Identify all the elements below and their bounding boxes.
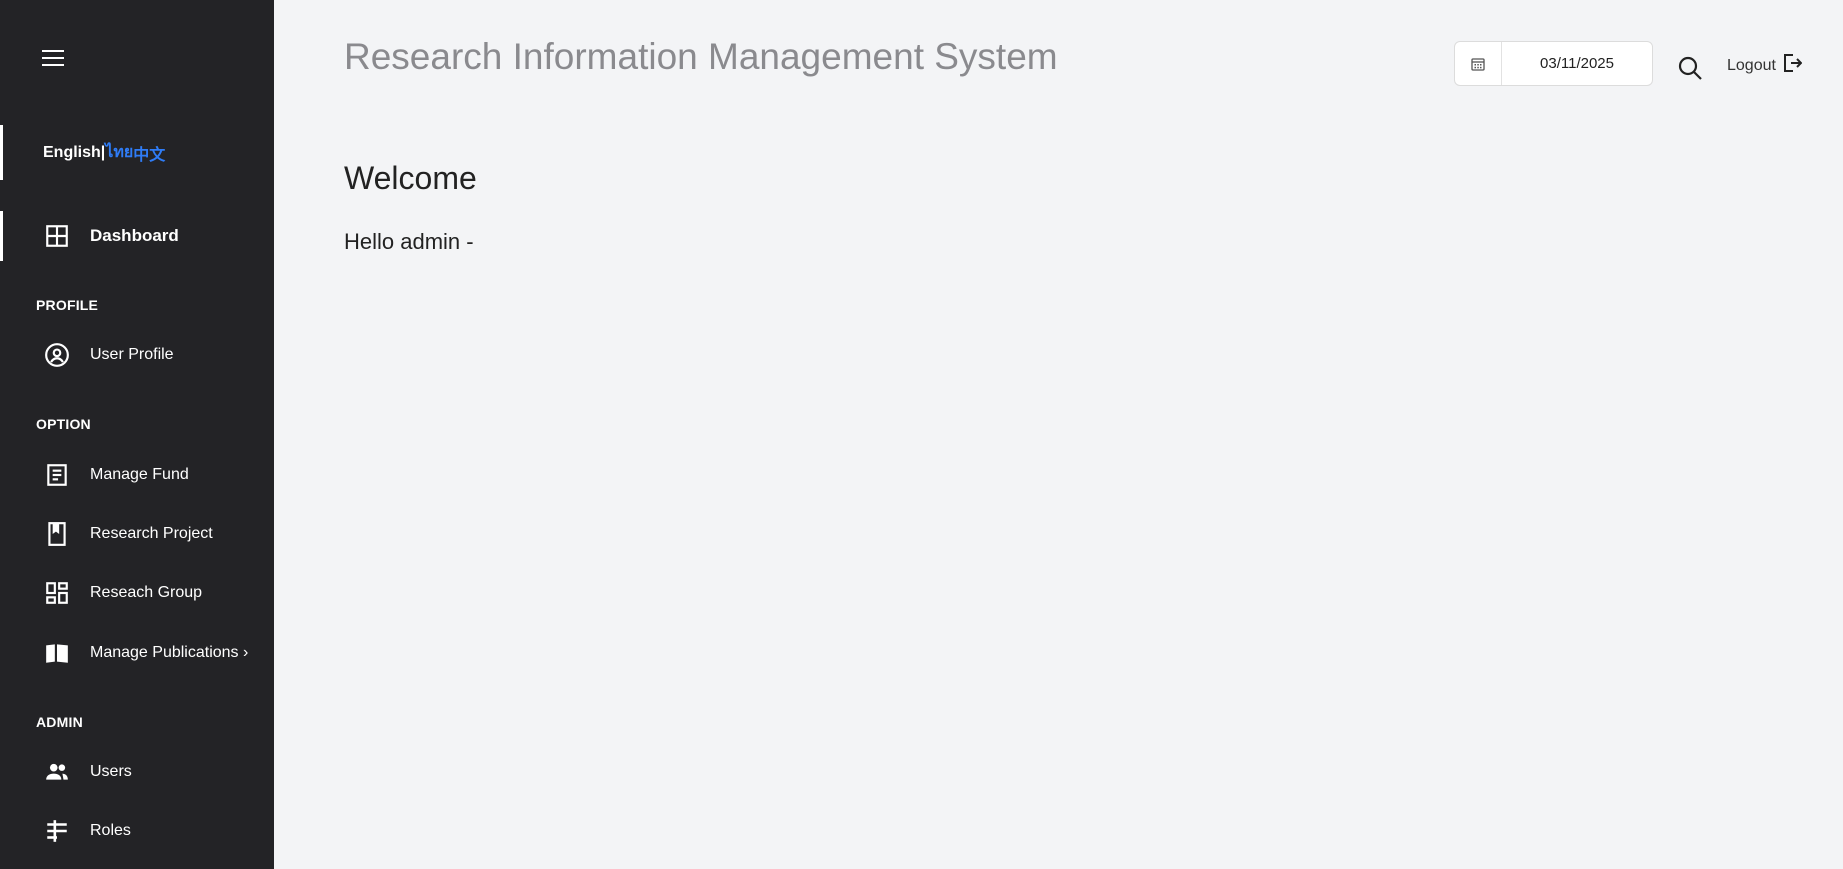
menu-icon[interactable] <box>42 50 64 68</box>
section-admin: ADMIN <box>36 714 83 730</box>
lang-english[interactable]: English <box>43 144 101 162</box>
sidebar-item-research-group[interactable]: Reseach Group <box>0 568 274 618</box>
dashboard-icon <box>44 223 70 249</box>
date-value[interactable]: 03/11/2025 <box>1502 55 1652 72</box>
sidebar-item-label: Roles <box>90 822 131 839</box>
section-option: OPTION <box>36 416 91 432</box>
sidebar-item-label: Reseach Group <box>90 584 203 601</box>
sidebar-item-label: Manage Fund <box>90 466 189 483</box>
sidebar-item-users[interactable]: Users <box>0 747 274 797</box>
greeting-text: Hello admin - <box>344 229 474 254</box>
sidebar-item-manage-fund[interactable]: Manage Fund <box>0 450 274 500</box>
sidebar-item-label: Dashboard <box>90 226 179 245</box>
date-picker[interactable]: 03/11/2025 <box>1454 41 1653 86</box>
sidebar-item-label: Users <box>90 763 132 780</box>
section-profile: PROFILE <box>36 297 99 313</box>
bookmark-book-icon <box>44 521 70 547</box>
sidebar-item-roles[interactable]: Roles <box>0 806 274 856</box>
sidebar-item-label: User Profile <box>90 346 174 363</box>
sidebar-item-label: Manage Publications › <box>90 644 249 661</box>
logout-label: Logout <box>1727 56 1776 74</box>
lang-chinese[interactable]: 中文 <box>133 141 165 165</box>
sidebar-item-research-project[interactable]: Research Project <box>0 509 274 559</box>
grid-layout-icon <box>44 580 70 606</box>
lang-thai[interactable]: ไทย <box>105 140 133 165</box>
page-title: Research Information Management System <box>344 36 1058 77</box>
sidebar-item-manage-publications[interactable]: Manage Publications › <box>0 628 274 678</box>
document-icon <box>44 462 70 488</box>
user-circle-icon <box>44 342 70 368</box>
open-book-icon <box>44 640 70 666</box>
users-icon <box>44 759 70 785</box>
welcome-heading: Welcome <box>344 160 477 196</box>
sidebar: English | ไทย 中文 Dashboard PROFILE User … <box>0 0 274 869</box>
calendar-icon[interactable] <box>1455 42 1502 85</box>
search-icon[interactable] <box>1677 55 1705 83</box>
sidebar-item-label: Research Project <box>90 525 213 542</box>
logout-button[interactable]: Logout <box>1727 52 1803 79</box>
language-switcher: English | ไทย 中文 <box>0 125 274 180</box>
sidebar-item-user-profile[interactable]: User Profile <box>0 330 274 380</box>
logout-icon <box>1776 52 1803 79</box>
sidebar-item-dashboard[interactable]: Dashboard <box>0 211 274 261</box>
roles-icon <box>44 818 70 844</box>
